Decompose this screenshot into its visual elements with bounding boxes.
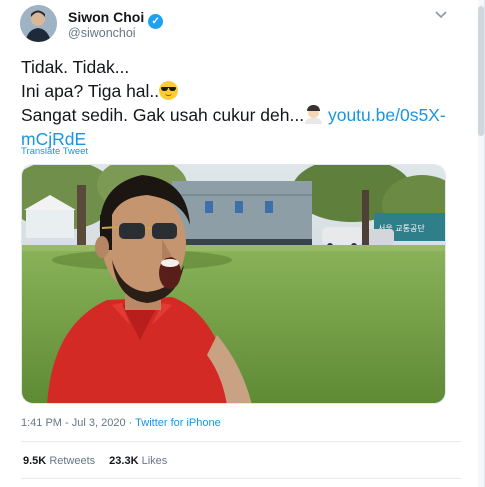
tweet-card: Siwon Choi ✓ @siwonchoi Tidak. Tidak... I… — [0, 0, 485, 487]
verified-badge-icon: ✓ — [148, 14, 164, 29]
scrollbar-thumb[interactable] — [478, 6, 484, 136]
photo-scene: 서울 교통공단 — [22, 165, 445, 403]
scrollbar[interactable] — [478, 0, 484, 487]
tweet-meta: 1:41 PM - Jul 3, 2020 · Twitter for iPho… — [21, 417, 221, 429]
author-avatar[interactable] — [20, 5, 57, 42]
tweet-line-3: Sangat sedih. Gak usah cukur deh... yout… — [21, 105, 446, 125]
likes-stat[interactable]: 23.3K Likes — [109, 455, 167, 467]
retweets-stat[interactable]: 9.5K Retweets — [23, 455, 95, 467]
youtube-link[interactable]: youtu.be/0s5X- — [328, 105, 446, 125]
divider — [21, 441, 461, 442]
tweet-text: Tidak. Tidak... Ini apa? Tiga hal.. Sang… — [21, 55, 461, 151]
translate-tweet-link[interactable]: Translate Tweet — [21, 146, 88, 157]
tweet-photo[interactable]: 서울 교통공단 — [21, 164, 446, 404]
chevron-down-icon[interactable] — [432, 6, 450, 24]
tweet-source-app[interactable]: Twitter for iPhone — [135, 417, 221, 429]
tweet-stats: 9.5K Retweets 23.3K Likes — [23, 455, 167, 467]
author-handle[interactable]: @siwonchoi — [68, 26, 136, 40]
sunglasses-emoji-icon — [159, 81, 179, 100]
tweet-line-1: Tidak. Tidak... — [21, 57, 130, 77]
man-emoji-icon — [304, 105, 323, 124]
tweet-line-2: Ini apa? Tiga hal.. — [21, 79, 461, 103]
divider — [21, 478, 461, 479]
tweet-timestamp[interactable]: 1:41 PM - Jul 3, 2020 · — [21, 417, 135, 429]
